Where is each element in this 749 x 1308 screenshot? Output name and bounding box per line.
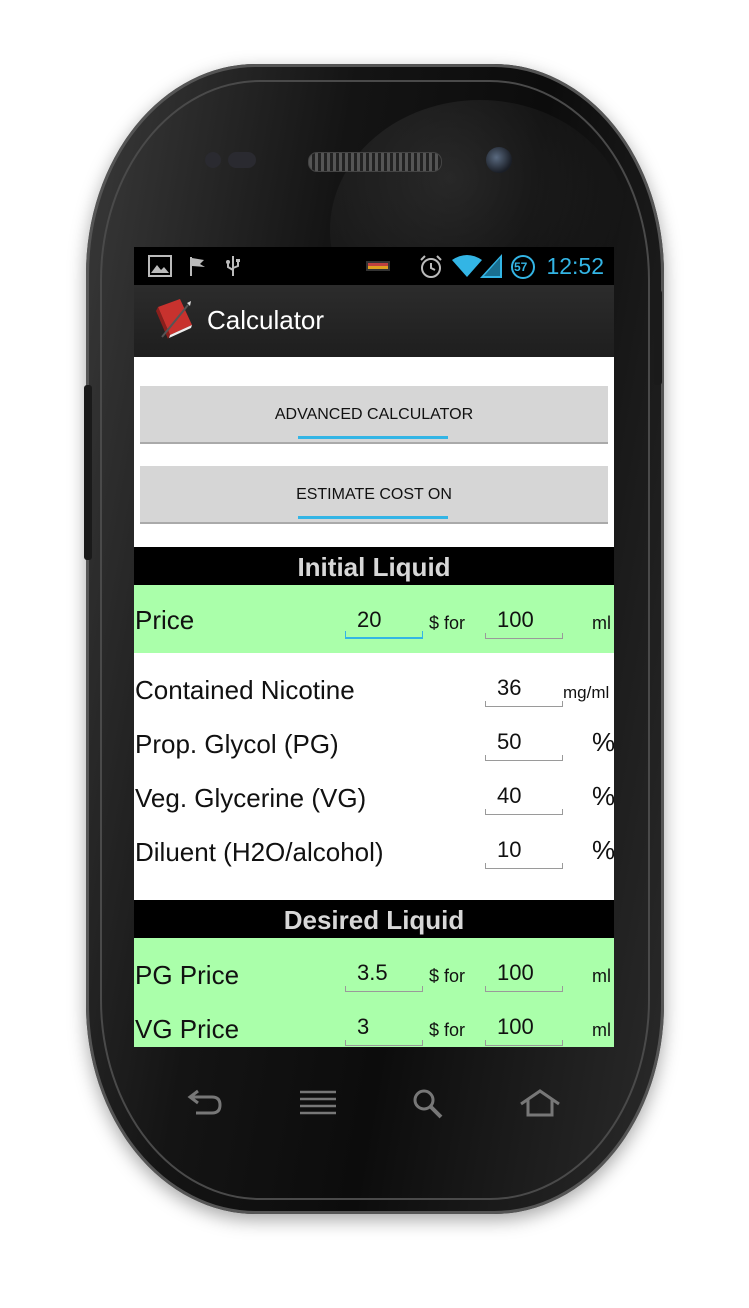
alarm-icon [418,254,444,285]
action-bar: Calculator [134,285,614,357]
status-bar: 57 12:52 [134,247,614,285]
volume-button [84,385,92,560]
nicotine-unit: mg/ml [563,683,610,702]
earpiece-speaker [308,152,442,172]
list-item: VG Price 3 $ for 100 ml [134,992,614,1046]
list-item: Diluent (H2O/alcohol) 10 % [134,815,614,869]
speed-badge-text: 57 [514,260,528,274]
vg-volume-input[interactable]: 100 [485,1012,563,1046]
initial-liquid-heading: Initial Liquid [134,547,614,585]
volume-input[interactable]: 100 [485,605,563,639]
buttons-area: ADVANCED CALCULATOR ESTIMATE COST ON [134,357,614,547]
pg-input[interactable]: 50 [485,727,563,761]
list-item: Veg. Glycerine (VG) 40 % [134,761,614,815]
wifi-icon [452,254,482,283]
light-sensor [228,152,256,168]
pg-unit: % [592,727,614,757]
button-focus-bar [298,436,448,439]
initial-price-row: Price 20 $ for 100 ml [134,585,614,653]
diluent-input[interactable]: 10 [485,835,563,869]
diluent-label: Diluent (H2O/alcohol) [135,837,384,867]
button-focus-bar [298,516,448,519]
for-text: $ for [429,1020,466,1040]
for-text: $ for [429,966,466,986]
list-item: Prop. Glycol (PG) 50 % [134,707,614,761]
battery-indicator-icon [366,259,390,278]
pg-price-label: PG Price [135,960,240,990]
estimate-cost-button[interactable]: ESTIMATE COST ON [140,466,608,524]
usb-icon [222,255,244,282]
status-clock: 12:52 [546,253,604,279]
vg-label: Veg. Glycerine (VG) [135,783,367,813]
vg-input[interactable]: 40 [485,781,563,815]
screen: 57 12:52 Calculator ADVANCED CALCULATOR … [134,247,614,1047]
search-icon[interactable] [412,1088,444,1125]
list-item: Contained Nicotine 36 mg/ml [134,653,614,707]
list-item: PG Price 3.5 $ for 100 ml [134,938,614,992]
vg-volume-unit: ml [592,1020,611,1040]
vg-price-input[interactable]: 3 [345,1012,423,1046]
menu-icon[interactable] [298,1090,338,1121]
vg-unit: % [592,781,614,811]
signal-icon [480,254,502,283]
price-label: Price [135,605,195,635]
proximity-sensor [205,152,221,168]
back-icon[interactable] [186,1085,224,1122]
vg-price-label: VG Price [135,1014,240,1044]
pg-label: Prop. Glycol (PG) [135,729,339,759]
power-button [654,290,662,385]
estimate-cost-label: ESTIMATE COST ON [296,486,452,503]
for-text: $ for [429,613,466,633]
nicotine-input[interactable]: 36 [485,673,563,707]
diluent-unit: % [592,835,614,865]
volume-unit: ml [592,613,611,633]
desired-rows: PG Price 3.5 $ for 100 ml VG Price 3 $ f… [134,938,614,1047]
book-icon[interactable] [154,297,196,346]
price-input[interactable]: 20 [345,605,423,639]
advanced-calculator-label: ADVANCED CALCULATOR [274,406,474,423]
home-icon[interactable] [518,1088,562,1123]
flag-icon [188,255,208,282]
nicotine-label: Contained Nicotine [135,675,355,705]
front-camera [486,147,512,173]
app-title: Calculator [207,305,325,335]
pg-price-input[interactable]: 3.5 [345,958,423,992]
image-icon [148,255,172,282]
pg-volume-unit: ml [592,966,611,986]
desired-liquid-heading: Desired Liquid [134,900,614,938]
pg-volume-input[interactable]: 100 [485,958,563,992]
advanced-calculator-button[interactable]: ADVANCED CALCULATOR [140,386,608,444]
initial-rows: Contained Nicotine 36 mg/ml Prop. Glycol… [134,653,614,900]
